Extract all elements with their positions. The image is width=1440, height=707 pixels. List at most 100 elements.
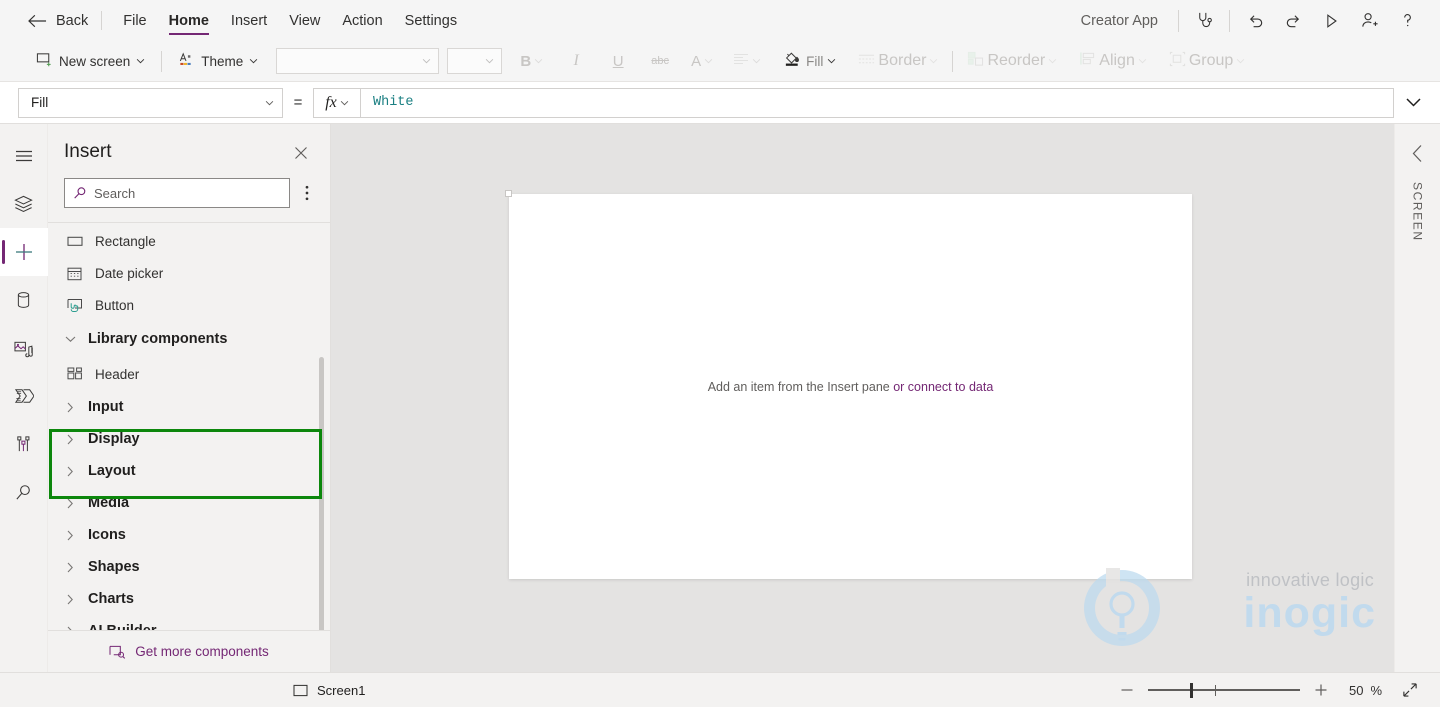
screen-rectangle-icon [293, 684, 308, 696]
status-screen-selector[interactable]: Screen1 [283, 683, 365, 698]
menu-label: Settings [404, 12, 458, 29]
canvas-area[interactable]: Add an item from the Insert pane or conn… [331, 124, 1394, 672]
chevron-right-icon [62, 466, 78, 477]
close-icon[interactable] [288, 140, 314, 166]
formula-input[interactable]: White [360, 87, 1394, 118]
italic-button[interactable]: I [559, 47, 593, 76]
zoom-controls: 50 % [1112, 675, 1426, 705]
rail-item-search[interactable] [0, 468, 48, 516]
rail-item-media[interactable] [0, 324, 48, 372]
font-color-button[interactable]: A [685, 47, 719, 76]
category-ai-builder[interactable]: AI Builder [48, 615, 330, 630]
component-item-header[interactable]: Header [48, 357, 330, 391]
main-body: Insert Search Rectangle Date picker Butt… [0, 124, 1440, 672]
help-icon[interactable] [1388, 2, 1426, 40]
menu-item-view[interactable]: View [278, 0, 331, 41]
component-item-date-picker[interactable]: Date picker [48, 257, 330, 289]
font-size-select[interactable] [447, 48, 503, 74]
zoom-in-button[interactable] [1306, 675, 1336, 705]
menu-item-home[interactable]: Home [158, 0, 220, 41]
align-button[interactable]: Align [1073, 47, 1153, 76]
app-checker-icon[interactable] [1185, 2, 1223, 40]
watermark-tagline: innovative logic [1246, 570, 1374, 590]
reorder-button[interactable]: Reorder [961, 47, 1063, 76]
connect-to-data-link[interactable]: or connect to data [893, 380, 993, 394]
menu-label: Home [168, 12, 209, 29]
strikethrough-button[interactable]: abc [643, 47, 677, 76]
category-display[interactable]: Display [48, 423, 330, 455]
search-input[interactable] [94, 185, 281, 201]
component-item-rectangle[interactable]: Rectangle [48, 225, 330, 257]
plus-icon [1315, 684, 1327, 696]
zoom-slider[interactable] [1147, 675, 1300, 705]
group-library-components[interactable]: Library components [48, 321, 330, 357]
new-screen-button[interactable]: New screen [28, 47, 153, 76]
theme-button[interactable]: Theme [170, 47, 266, 76]
category-media[interactable]: Media [48, 487, 330, 519]
underline-button[interactable]: U [601, 47, 635, 76]
share-user-icon[interactable] [1350, 2, 1388, 40]
more-vertical-icon[interactable] [294, 178, 320, 208]
reorder-icon [967, 51, 984, 72]
menu-item-file[interactable]: File [112, 0, 157, 41]
component-label: Rectangle [95, 233, 156, 249]
menu-item-settings[interactable]: Settings [394, 0, 468, 41]
rail-item-tree-view[interactable] [0, 180, 48, 228]
bold-button[interactable]: B [514, 47, 549, 76]
fit-to-screen-button[interactable] [1394, 675, 1426, 705]
group-label: Group [1188, 52, 1234, 69]
search-icon [16, 484, 30, 500]
chevron-left-icon[interactable] [1403, 138, 1433, 168]
chevron-right-icon [62, 562, 78, 573]
align-left-icon [733, 52, 749, 71]
bold-label: B [520, 52, 532, 70]
fit-to-screen-icon [1403, 683, 1417, 697]
menu-item-action[interactable]: Action [331, 0, 393, 41]
search-box[interactable] [64, 178, 290, 208]
canvas-handle-top-left[interactable] [505, 190, 512, 197]
formula-expand-button[interactable] [1394, 88, 1432, 118]
text-align-button[interactable] [727, 47, 767, 76]
back-button[interactable]: Back [28, 13, 88, 29]
screen-pane-label[interactable]: SCREEN [1411, 182, 1425, 242]
chevron-down-icon [137, 58, 145, 64]
chevron-down-icon [486, 58, 494, 64]
chevron-down-icon [828, 58, 836, 64]
chevron-down-icon [752, 58, 761, 64]
play-preview-icon[interactable] [1312, 2, 1350, 40]
category-layout[interactable]: Layout [48, 455, 330, 487]
rail-item-data[interactable] [0, 276, 48, 324]
category-shapes[interactable]: Shapes [48, 551, 330, 583]
rail-item-insert[interactable] [0, 228, 48, 276]
panel-search-row [48, 166, 330, 220]
redo-icon[interactable] [1274, 2, 1312, 40]
new-screen-icon [36, 51, 53, 71]
component-item-button[interactable]: Button [48, 289, 330, 321]
get-more-components-button[interactable]: Get more components [48, 630, 330, 672]
formula-bar: Fill = fx White [0, 82, 1440, 124]
border-button[interactable]: Border [852, 47, 944, 76]
fx-button[interactable]: fx [313, 87, 360, 118]
left-rail [0, 124, 48, 672]
panel-scrollbar-thumb[interactable] [319, 357, 324, 630]
rail-item-menu-hamburger[interactable] [0, 132, 48, 180]
zoom-slider-thumb[interactable] [1189, 682, 1193, 698]
rail-item-variables[interactable] [0, 420, 48, 468]
menu-item-insert[interactable]: Insert [220, 0, 278, 41]
category-icons[interactable]: Icons [48, 519, 330, 551]
group-button[interactable]: Group [1163, 47, 1251, 76]
new-screen-label: New screen [59, 53, 131, 69]
fill-button[interactable]: Fill [777, 47, 842, 76]
plus-icon [15, 244, 32, 260]
category-charts[interactable]: Charts [48, 583, 330, 615]
category-input[interactable]: Input [48, 391, 330, 423]
undo-icon[interactable] [1236, 2, 1274, 40]
rail-item-power-automate[interactable] [0, 372, 48, 420]
menu-items: File Home Insert View Action Settings [112, 0, 468, 41]
font-family-select[interactable] [276, 48, 440, 74]
screen-canvas[interactable]: Add an item from the Insert pane or conn… [505, 190, 1192, 579]
app-title: Creator App [1080, 12, 1158, 29]
component-list[interactable]: Rectangle Date picker Button Library com… [48, 220, 330, 630]
property-select[interactable]: Fill [18, 87, 283, 118]
zoom-out-button[interactable] [1112, 675, 1142, 705]
